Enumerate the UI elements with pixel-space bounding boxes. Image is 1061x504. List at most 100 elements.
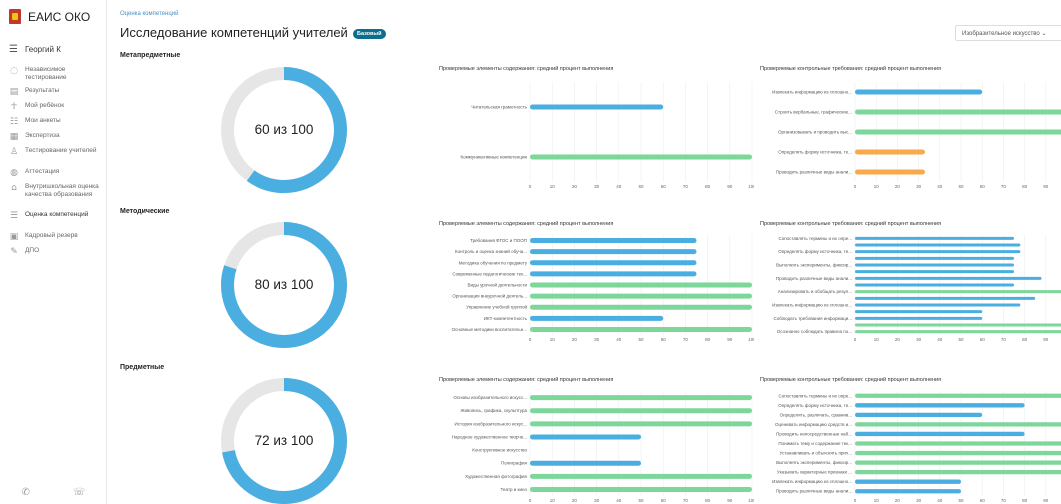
bar[interactable]: [855, 149, 925, 155]
user-menu[interactable]: ☰ Георгий К: [9, 44, 61, 55]
bar[interactable]: [855, 403, 1025, 408]
bar[interactable]: [855, 250, 1021, 254]
tick-label: 20: [572, 184, 578, 189]
bar[interactable]: [855, 303, 1021, 307]
bar[interactable]: [855, 489, 961, 494]
school-icon: ⌂: [11, 183, 17, 193]
bar[interactable]: [530, 282, 752, 288]
bar[interactable]: [855, 323, 1061, 327]
category-label: Соблюдать требования информаци...: [774, 316, 852, 321]
score-donut: 60 из 100: [219, 65, 349, 195]
sidebar-item-reserve[interactable]: ▣ Кадровый резерв: [0, 232, 107, 247]
tick-label: 90: [1043, 498, 1049, 503]
bar[interactable]: [530, 304, 752, 310]
bar[interactable]: [855, 129, 1061, 135]
bar[interactable]: [855, 270, 1014, 274]
bar[interactable]: [855, 460, 1061, 465]
bar[interactable]: [855, 441, 1061, 446]
sidebar-item-expertise[interactable]: ▦ Экспертиза: [0, 132, 107, 147]
bar[interactable]: [530, 238, 697, 244]
tick-label: 30: [916, 337, 922, 342]
bar[interactable]: [855, 393, 1061, 398]
tick-label: 70: [1001, 337, 1007, 342]
category-label: Контроль и оценка знаний обуча...: [455, 248, 527, 254]
tick-label: 80: [705, 184, 711, 189]
bar[interactable]: [855, 243, 1021, 247]
sidebar-item-teacher-testing[interactable]: ♙ Тестирование учителей: [0, 147, 107, 168]
bar[interactable]: [855, 89, 983, 95]
sidebar-item-competence[interactable]: ☰ Оценка компетенций: [0, 211, 107, 232]
sidebar-item-results[interactable]: ▤ Результаты: [0, 87, 107, 102]
tick-label: 40: [937, 337, 943, 342]
category-label: Определять форму источника, те...: [778, 403, 852, 408]
sidebar-item-dpo[interactable]: ✎ ДПО: [0, 247, 107, 262]
bar[interactable]: [855, 109, 1061, 115]
bar[interactable]: [855, 316, 983, 320]
sidebar-item-label: Тестирование учителей: [25, 147, 97, 154]
bar[interactable]: [855, 431, 1025, 437]
bar[interactable]: [855, 479, 961, 484]
category-label: Народное художественное творче...: [452, 434, 527, 439]
sidebar-item-school-quality[interactable]: ⌂ Внутришкольная оценка качества образова…: [0, 183, 107, 211]
category-label: Анализировать и обобщать резул...: [778, 289, 852, 294]
bar[interactable]: [855, 169, 925, 175]
sidebar-item-surveys[interactable]: ☷ Мои анкеты: [0, 117, 107, 132]
bar[interactable]: [530, 460, 641, 466]
category-label: Методика обучения по предмету: [459, 260, 528, 265]
bar[interactable]: [530, 293, 752, 299]
bar[interactable]: [855, 469, 1061, 475]
bar[interactable]: [855, 263, 1014, 267]
breadcrumb[interactable]: Оценка компетенций: [120, 11, 178, 17]
subject-select-value: Изобразительное искусство: [962, 31, 1040, 37]
bar[interactable]: [855, 310, 983, 314]
bar[interactable]: [530, 315, 664, 321]
support-icon[interactable]: ☏: [73, 487, 86, 498]
phone-icon[interactable]: ✆: [22, 487, 30, 498]
tick-label: 50: [638, 498, 644, 503]
bar[interactable]: [530, 260, 697, 266]
bar[interactable]: [855, 256, 1014, 260]
tick-label: 10: [550, 337, 556, 342]
tick-label: 40: [616, 184, 622, 189]
category-label: Организация внеурочной деятель...: [452, 293, 527, 299]
bar[interactable]: [530, 326, 752, 332]
category-label: Сопоставлять термины и их опре...: [778, 393, 852, 398]
bar[interactable]: [855, 290, 1061, 294]
menu-icon[interactable]: ☰: [9, 44, 18, 55]
bar[interactable]: [530, 486, 752, 492]
bar[interactable]: [855, 296, 1036, 300]
logo-text: ЕАИС ОКО: [28, 9, 91, 24]
bar[interactable]: [530, 421, 752, 427]
sidebar-item-attestation[interactable]: ◍ Аттестация: [0, 168, 107, 183]
subject-select[interactable]: Изобразительное искусство ⌄: [955, 25, 1061, 41]
category-label: Конструктивное искусство: [472, 448, 527, 453]
bar[interactable]: [855, 283, 1014, 287]
bar[interactable]: [530, 271, 697, 277]
bar[interactable]: [530, 104, 664, 110]
tick-label: 50: [958, 337, 964, 342]
sidebar: ЕАИС ОКО ☰ Георгий К ◌ Независимое тестир…: [0, 0, 107, 504]
category-label: Коммуникативные компетенции: [460, 155, 527, 160]
bar[interactable]: [855, 330, 1061, 334]
bar[interactable]: [855, 236, 1014, 240]
bar[interactable]: [530, 408, 752, 414]
logo[interactable]: ЕАИС ОКО: [9, 9, 90, 24]
bar[interactable]: [530, 154, 752, 160]
tick-label: 70: [1001, 184, 1007, 189]
sidebar-item-testing[interactable]: ◌ Независимое тестирование: [0, 66, 107, 87]
sidebar-item-child[interactable]: ☥ Мой ребёнок: [0, 102, 107, 117]
tick-label: 10: [550, 498, 556, 503]
bar[interactable]: [855, 422, 1061, 427]
sidebar-item-label: Мои анкеты: [25, 117, 61, 124]
bar[interactable]: [530, 395, 752, 401]
tick-label: 40: [937, 184, 943, 189]
sidebar-nav: ◌ Независимое тестирование ▤ Результаты ☥ М…: [0, 66, 107, 262]
bar[interactable]: [530, 473, 752, 479]
bar[interactable]: [855, 276, 1042, 280]
category-label: Управление учебной группой: [466, 304, 527, 310]
bar[interactable]: [530, 434, 641, 440]
category-label: Оценивать информацию средств и...: [775, 422, 852, 427]
bar[interactable]: [855, 450, 1061, 456]
bar[interactable]: [530, 249, 697, 255]
bar[interactable]: [855, 412, 983, 418]
